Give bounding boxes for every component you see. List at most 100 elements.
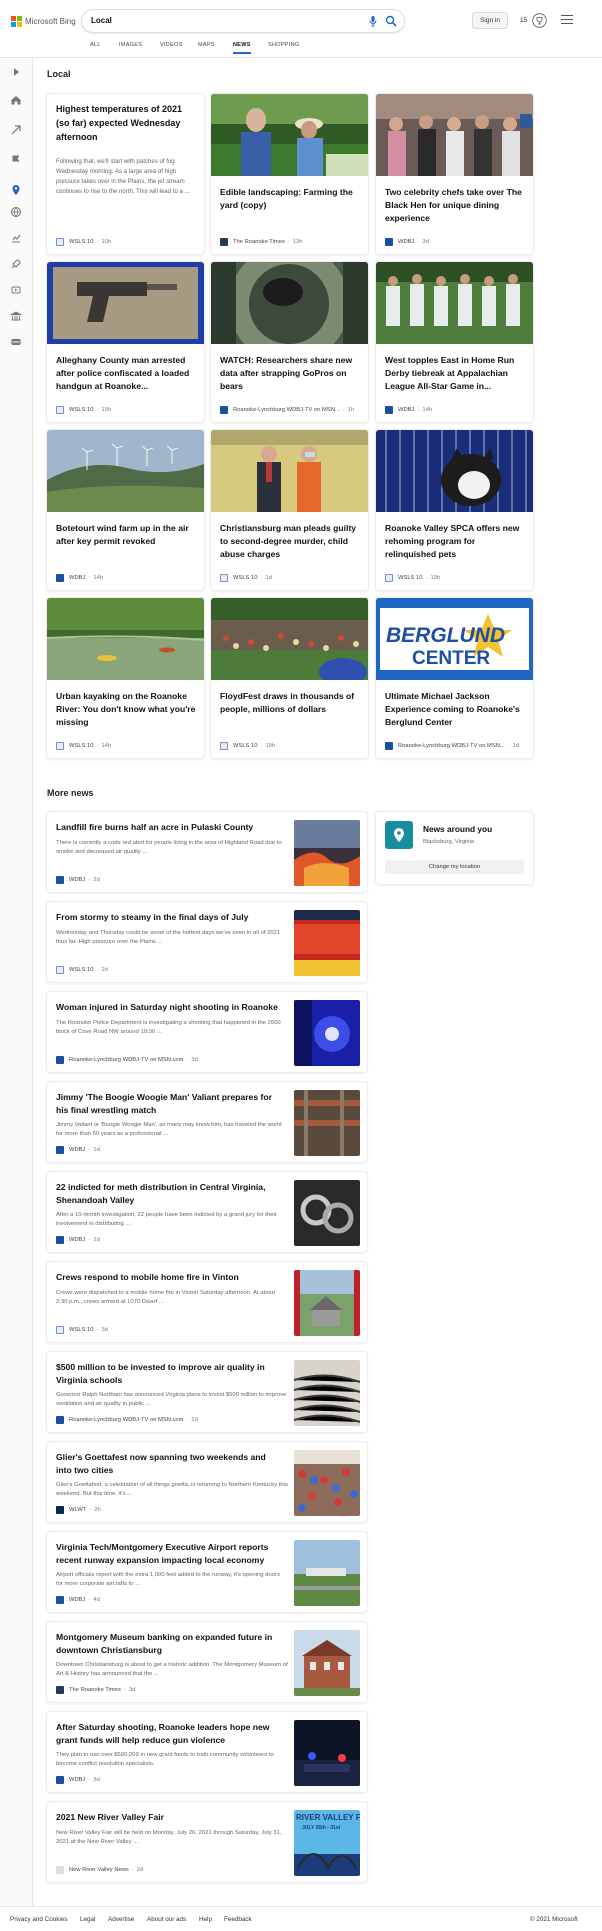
change-location-button[interactable]: Change my location (385, 860, 524, 874)
news-title: Crews respond to mobile home fire in Vin… (56, 1272, 239, 1282)
card-title: Roanoke Valley SPCA offers new rehoming … (385, 523, 520, 559)
card-image (211, 262, 368, 344)
card-source: Roanoke-Lynchburg WDBJ-TV on MSN... · 1d (385, 741, 519, 750)
news-snippet: After a 10-month investigation, 22 peopl… (56, 1212, 277, 1227)
wlwt-logo-icon (56, 1505, 64, 1514)
local-news-card[interactable]: BERGLUND CENTER Ultimate Michael Jackson … (376, 598, 533, 758)
card-image: BERGLUNDCENTER (376, 598, 533, 680)
search-input[interactable]: Local (91, 16, 112, 25)
card-source: WSLS 10 · 19h (385, 573, 440, 582)
local-news-card[interactable]: West topples East in Home Run Derby tieb… (376, 262, 533, 422)
tab-shopping[interactable]: SHOPPING (268, 42, 299, 48)
current-location: Blacksburg, Virginia (423, 839, 475, 845)
card-title: Botetourt wind farm up in the air after … (56, 523, 189, 546)
card-image (376, 430, 533, 512)
search-box[interactable]: Local (82, 10, 404, 32)
news-source: WDBJ · 1d (56, 1235, 100, 1244)
roanoke-times-logo-icon (220, 237, 228, 246)
berglund-image-text: BERGLUND (386, 624, 505, 647)
trending-icon[interactable] (10, 124, 22, 136)
news-source: WDBJ · 2d (56, 875, 100, 884)
local-news-card[interactable]: Edible landscaping: Farming the yard (co… (211, 94, 368, 254)
footer-link-about-ads[interactable]: About our ads (147, 1916, 186, 1923)
news-source: WDBJ · 1d (56, 1145, 100, 1154)
local-news-card[interactable]: Alleghany County man arrested after poli… (47, 262, 204, 422)
footer-link-help[interactable]: Help (199, 1916, 212, 1923)
news-source: WDBJ · 4d (56, 1595, 100, 1604)
news-list-item[interactable]: From stormy to steamy in the final days … (47, 902, 367, 982)
footer-link-advertise[interactable]: Advertise (108, 1916, 134, 1923)
news-snippet: They plan to use over $500,000 in new gr… (56, 1752, 274, 1767)
news-list-item[interactable]: 22 indicted for meth distribution in Cen… (47, 1172, 367, 1252)
news-source: New River Valley News · 2d (56, 1865, 143, 1874)
sign-in-button[interactable]: Sign in (472, 12, 508, 29)
news-list-item[interactable]: Montgomery Museum banking on expanded fu… (47, 1622, 367, 1702)
card-title: Two celebrity chefs take over The Black … (385, 187, 522, 223)
card-title: Highest temperatures of 2021 (so far) ex… (56, 104, 183, 142)
news-snippet: Wednesday and Thursday could be some of … (56, 930, 281, 945)
tab-news[interactable]: NEWS (233, 42, 251, 54)
card-source: WDBJ · 14h (385, 405, 432, 414)
tab-videos[interactable]: VIDEOS (160, 42, 183, 48)
footer-link-privacy[interactable]: Privacy and Cookies (10, 1916, 67, 1923)
card-title: Urban kayaking on the Roanoke River: You… (56, 691, 196, 727)
card-title: FloydFest draws in thousands of people, … (220, 691, 355, 714)
search-icon[interactable] (385, 15, 397, 27)
business-chart-icon[interactable] (10, 232, 22, 244)
card-image (376, 94, 533, 176)
news-list-item[interactable]: Landfill fire burns half an acre in Pula… (47, 812, 367, 892)
wdbj-logo-icon (220, 405, 228, 414)
home-icon[interactable] (10, 94, 22, 106)
local-news-card[interactable]: FloydFest draws in thousands of people, … (211, 598, 368, 758)
news-title: Landfill fire burns half an acre in Pula… (56, 822, 254, 832)
card-image (211, 598, 368, 680)
science-rocket-icon[interactable] (10, 258, 22, 270)
local-news-card[interactable]: Highest temperatures of 2021 (so far) ex… (47, 94, 204, 254)
bing-logo[interactable]: Microsoft Bing (11, 14, 76, 28)
politics-building-icon[interactable] (10, 310, 22, 322)
footer-link-legal[interactable]: Legal (80, 1916, 95, 1923)
microphone-icon[interactable] (367, 15, 379, 27)
news-list-item[interactable]: Woman injured in Saturday night shooting… (47, 992, 367, 1072)
news-list-item[interactable]: After Saturday shooting, Roanoke leaders… (47, 1712, 367, 1792)
tab-maps[interactable]: MAPS (198, 42, 215, 48)
roanoke-times-logo-icon (56, 1685, 64, 1694)
news-thumbnail (294, 1630, 360, 1696)
news-list-item[interactable]: 2021 New River Valley Fair New River Val… (47, 1802, 367, 1882)
footer-link-feedback[interactable]: Feedback (224, 1916, 252, 1923)
news-snippet: Jimmy Valiant or 'Boogie Woogie Man', as… (56, 1122, 282, 1137)
news-list-item[interactable]: Jimmy 'The Boogie Woogie Man' Valiant pr… (47, 1082, 367, 1162)
local-news-card[interactable]: Two celebrity chefs take over The Black … (376, 94, 533, 254)
fair-dates-image-text: JULY 26th - 31st (302, 1825, 341, 1831)
card-title: Christiansburg man pleads guilty to seco… (220, 523, 357, 559)
news-list-item[interactable]: $500 million to be invested to improve a… (47, 1352, 367, 1432)
news-title: Montgomery Museum banking on expanded fu… (56, 1632, 273, 1655)
rewards-count[interactable]: 15 (520, 17, 527, 24)
local-news-card[interactable]: Botetourt wind farm up in the air after … (47, 430, 204, 590)
entertainment-icon[interactable] (10, 284, 22, 296)
wsls-logo-icon (220, 573, 228, 582)
news-title: Virginia Tech/Montgomery Executive Airpo… (56, 1542, 269, 1565)
rewards-trophy-icon[interactable] (532, 13, 547, 28)
wdbj-logo-icon (56, 1235, 64, 1244)
news-snippet: The Roanoke Police Department is investi… (56, 1020, 281, 1035)
news-thumbnail (294, 1450, 360, 1516)
expand-icon[interactable] (10, 66, 22, 78)
local-news-card[interactable]: Roanoke Valley SPCA offers new rehoming … (376, 430, 533, 590)
local-news-card[interactable]: Christiansburg man pleads guilty to seco… (211, 430, 368, 590)
tab-all[interactable]: ALL (90, 42, 101, 48)
news-title: Jimmy 'The Boogie Woogie Man' Valiant pr… (56, 1092, 272, 1115)
wdbj-logo-icon (385, 405, 393, 414)
news-list-item[interactable]: Crews respond to mobile home fire in Vin… (47, 1262, 367, 1342)
local-news-card[interactable]: WATCH: Researchers share new data after … (211, 262, 368, 422)
globe-icon[interactable] (10, 206, 22, 218)
news-thumbnail (294, 1180, 360, 1246)
tab-images[interactable]: IMAGES (119, 42, 142, 48)
news-list-item[interactable]: Virginia Tech/Montgomery Executive Airpo… (47, 1532, 367, 1612)
news-list-item[interactable]: Glier's Goettafest now spanning two week… (47, 1442, 367, 1522)
flag-icon[interactable] (10, 154, 22, 166)
location-pin-icon[interactable] (10, 184, 22, 196)
video-icon[interactable] (10, 336, 22, 348)
hamburger-menu-icon[interactable] (561, 15, 573, 26)
local-news-card[interactable]: Urban kayaking on the Roanoke River: You… (47, 598, 204, 758)
